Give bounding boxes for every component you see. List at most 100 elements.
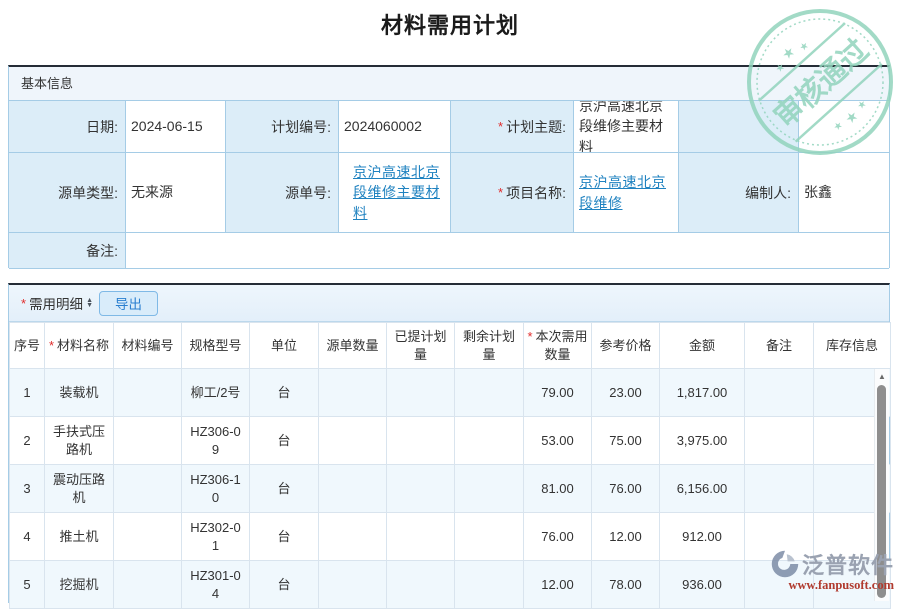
table-row[interactable]: 3 震动压路机 HZ306-10 台 81.00 76.00 6,156.00 — [10, 465, 891, 513]
table-row[interactable]: 2 手扶式压路机 HZ306-09 台 53.00 75.00 3,975.00 — [10, 417, 891, 465]
cell-submitted-qty — [387, 417, 455, 465]
cell-material-name: 挖掘机 — [45, 561, 114, 609]
project-name-label: * 项目名称: — [451, 153, 574, 233]
svg-text:★: ★ — [797, 40, 811, 54]
plan-no-label: 计划编号: — [226, 101, 339, 153]
cell-remaining-qty — [455, 513, 524, 561]
cell-material-name: 装载机 — [45, 369, 114, 417]
cell-qty: 53.00 — [524, 417, 592, 465]
cell-amount: 6,156.00 — [660, 465, 745, 513]
col-remaining-qty: 剩余计划量 — [455, 323, 524, 369]
detail-table: 序号 *材料名称 材料编号 规格型号 单位 源单数量 已提计划量 剩余计划量 *… — [9, 322, 891, 609]
cell-spec: HZ306-10 — [182, 465, 250, 513]
detail-section: * 需用明细 ▲▼ 导出 序号 *材料名称 材料编号 规格型号 单位 源单数量 … — [8, 283, 890, 603]
cell-material-name: 推土机 — [45, 513, 114, 561]
cell-seq: 4 — [10, 513, 45, 561]
creator-value: 张鑫 — [799, 153, 889, 233]
sort-spinner-icon[interactable]: ▲▼ — [86, 298, 93, 308]
cell-seq: 5 — [10, 561, 45, 609]
col-source-qty: 源单数量 — [319, 323, 387, 369]
brand-name: 泛普软件 — [802, 548, 894, 580]
cell-material-name: 震动压路机 — [45, 465, 114, 513]
scroll-up-icon[interactable]: ▲ — [875, 369, 889, 383]
col-submitted-qty: 已提计划量 — [387, 323, 455, 369]
cell-submitted-qty — [387, 369, 455, 417]
cell-price: 75.00 — [592, 417, 660, 465]
cell-material-code — [114, 369, 182, 417]
cell-source-qty — [319, 417, 387, 465]
col-qty: *本次需用数量 — [524, 323, 592, 369]
creator-label: 编制人: — [679, 153, 799, 233]
cell-remaining-qty — [455, 561, 524, 609]
cell-qty: 76.00 — [524, 513, 592, 561]
cell-seq: 1 — [10, 369, 45, 417]
remark-value — [126, 233, 889, 269]
table-header-row: 序号 *材料名称 材料编号 规格型号 单位 源单数量 已提计划量 剩余计划量 *… — [10, 323, 891, 369]
cell-seq: 3 — [10, 465, 45, 513]
table-row[interactable]: 5 挖掘机 HZ301-04 台 12.00 78.00 936.00 — [10, 561, 891, 609]
remark-label: 备注: — [9, 233, 126, 269]
cell-material-name: 手扶式压路机 — [45, 417, 114, 465]
source-type-value: 无来源 — [126, 153, 226, 233]
empty-label-cell — [679, 101, 799, 153]
source-no-link[interactable]: 京沪高速北京段维修主要材料 — [353, 162, 446, 223]
date-value: 2024-06-15 — [126, 101, 226, 153]
svg-text:★: ★ — [778, 43, 798, 63]
cell-remaining-qty — [455, 369, 524, 417]
col-material-name: *材料名称 — [45, 323, 114, 369]
brand-url: www.fanpusoft.com — [770, 578, 894, 593]
col-seq: 序号 — [10, 323, 45, 369]
cell-remark — [745, 417, 814, 465]
required-marker: * — [21, 296, 26, 311]
detail-toolbar: * 需用明细 ▲▼ 导出 — [9, 285, 889, 322]
col-stock: 库存信息 — [814, 323, 891, 369]
empty-value-cell — [799, 101, 889, 153]
required-marker: * — [49, 338, 54, 353]
cell-unit: 台 — [250, 513, 319, 561]
cell-submitted-qty — [387, 561, 455, 609]
source-no-label: 源单号: — [226, 153, 339, 233]
cell-material-code — [114, 513, 182, 561]
cell-remaining-qty — [455, 465, 524, 513]
cell-spec: HZ301-04 — [182, 561, 250, 609]
cell-submitted-qty — [387, 513, 455, 561]
fanpu-logo-icon — [770, 549, 800, 579]
date-label: 日期: — [9, 101, 126, 153]
basic-info-form: 日期: 2024-06-15 计划编号: 2024060002 * 计划主题: … — [9, 101, 889, 269]
source-no-cell: 京沪高速北京段维修主要材料 — [339, 153, 451, 233]
cell-spec: 柳工/2号 — [182, 369, 250, 417]
cell-source-qty — [319, 465, 387, 513]
page-title: 材料需用计划 — [0, 8, 900, 40]
detail-title: 需用明细 — [29, 293, 83, 313]
cell-seq: 2 — [10, 417, 45, 465]
cell-source-qty — [319, 369, 387, 417]
col-unit: 单位 — [250, 323, 319, 369]
cell-remark — [745, 465, 814, 513]
cell-spec: HZ306-09 — [182, 417, 250, 465]
cell-qty: 81.00 — [524, 465, 592, 513]
brand-watermark: 泛普软件 www.fanpusoft.com — [770, 548, 894, 593]
plan-subject-value: 京沪高速北京段维修主要材料 — [574, 101, 679, 153]
cell-source-qty — [319, 513, 387, 561]
cell-material-code — [114, 465, 182, 513]
source-type-label: 源单类型: — [9, 153, 126, 233]
col-material-code: 材料编号 — [114, 323, 182, 369]
col-spec: 规格型号 — [182, 323, 250, 369]
cell-spec: HZ302-01 — [182, 513, 250, 561]
project-name-cell: 京沪高速北京段维修 — [574, 153, 679, 233]
cell-material-code — [114, 561, 182, 609]
cell-unit: 台 — [250, 561, 319, 609]
cell-remark — [745, 369, 814, 417]
export-button[interactable]: 导出 — [99, 291, 158, 316]
cell-remaining-qty — [455, 417, 524, 465]
cell-material-code — [114, 417, 182, 465]
project-name-link[interactable]: 京沪高速北京段维修 — [579, 172, 675, 213]
cell-price: 78.00 — [592, 561, 660, 609]
table-row[interactable]: 1 装载机 柳工/2号 台 79.00 23.00 1,817.00 — [10, 369, 891, 417]
cell-unit: 台 — [250, 465, 319, 513]
table-row[interactable]: 4 推土机 HZ302-01 台 76.00 12.00 912.00 — [10, 513, 891, 561]
cell-price: 12.00 — [592, 513, 660, 561]
cell-amount: 3,975.00 — [660, 417, 745, 465]
required-marker: * — [498, 119, 503, 134]
required-marker: * — [527, 329, 532, 344]
